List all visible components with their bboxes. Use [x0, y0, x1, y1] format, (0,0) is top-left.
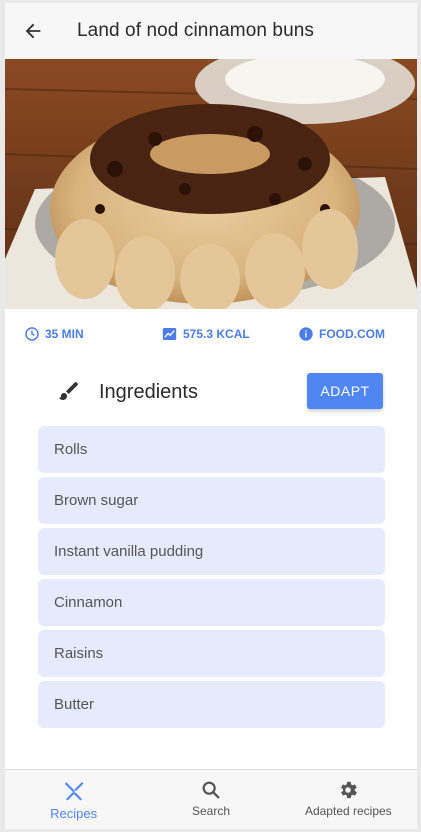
trend-chart-icon [162, 328, 177, 340]
search-icon [202, 781, 220, 799]
meta-source-label: FOOD.COM [319, 327, 385, 341]
nav-search-label: Search [191, 804, 230, 818]
arrow-back-icon [25, 23, 41, 39]
ingredient-item[interactable]: Cinnamon [38, 579, 385, 626]
fork-knife-icon [64, 782, 84, 801]
page-title: Land of nod cinnamon buns [77, 20, 315, 41]
adapt-button[interactable]: ADAPT [307, 373, 383, 409]
info-icon [299, 327, 313, 341]
meta-calories: 575.3 KCAL [161, 326, 250, 342]
nav-adapted-recipes[interactable]: Adapted recipes [280, 770, 417, 829]
bottom-navigation: Recipes Search Adapted recipes [5, 769, 417, 829]
ingredient-item[interactable]: Rolls [38, 426, 385, 473]
nav-recipes-label: Recipes [50, 806, 98, 821]
ingredient-item[interactable]: Butter [38, 681, 385, 728]
back-button[interactable] [5, 3, 61, 59]
brush-icon [59, 382, 78, 400]
clock-icon [25, 327, 39, 341]
ingredients-title: Ingredients [99, 381, 198, 403]
ingredient-item[interactable]: Brown sugar [38, 477, 385, 524]
meta-time: 35 MIN [24, 326, 84, 342]
meta-time-label: 35 MIN [45, 327, 84, 341]
app-bar: Land of nod cinnamon buns [5, 3, 417, 59]
ingredient-item[interactable]: Instant vanilla pudding [38, 528, 385, 575]
meta-source[interactable]: FOOD.COM [298, 326, 385, 342]
nav-adapted-recipes-label: Adapted recipes [304, 804, 392, 818]
gear-icon [341, 781, 358, 799]
nav-recipes[interactable]: Recipes [5, 770, 142, 829]
meta-calories-label: 575.3 KCAL [183, 327, 250, 341]
app-frame: Land of nod cinnamon buns 35 MIN 575.3 K… [5, 3, 417, 829]
ingredients-header: Ingredients ADAPT [5, 371, 417, 415]
recipe-meta-row: 35 MIN 575.3 KCAL FOOD.COM [5, 309, 417, 357]
recipe-photo [5, 59, 417, 309]
ingredients-list: Rolls Brown sugar Instant vanilla puddin… [38, 426, 385, 732]
ingredient-item[interactable]: Raisins [38, 630, 385, 677]
nav-search[interactable]: Search [142, 770, 279, 829]
